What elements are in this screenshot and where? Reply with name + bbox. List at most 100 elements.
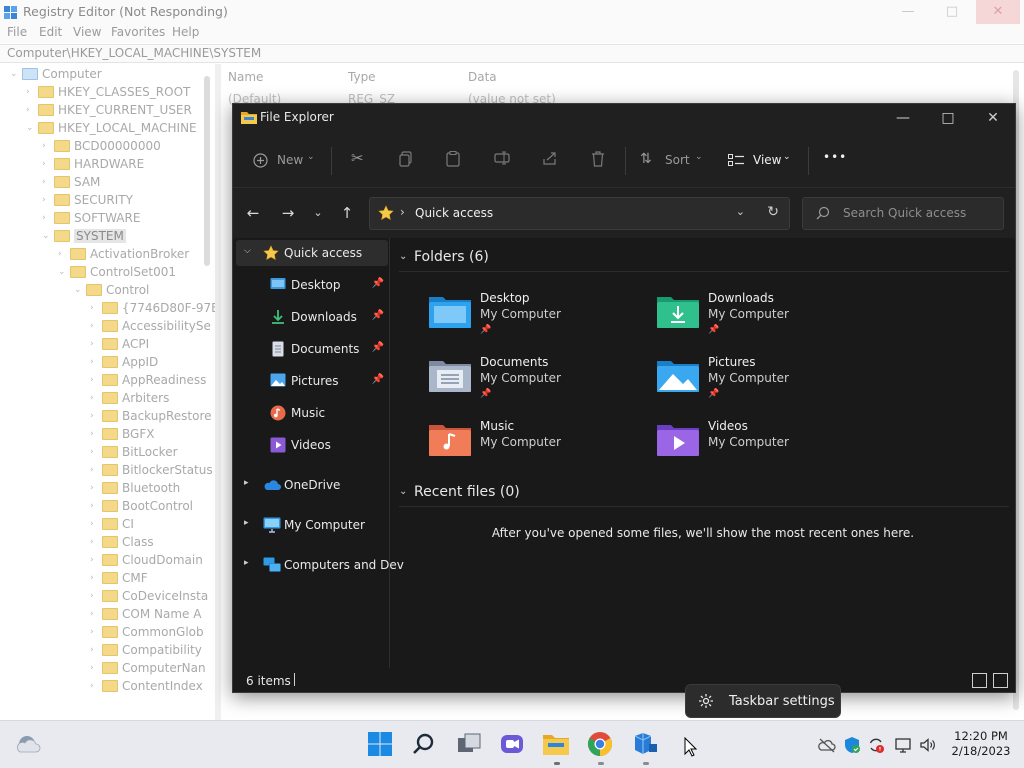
registry-close-icon[interactable]: ✕ bbox=[976, 0, 1020, 24]
chevron-right-icon[interactable]: › bbox=[90, 519, 98, 529]
registry-minimize-icon[interactable]: — bbox=[886, 0, 930, 24]
registry-title-bar[interactable]: Registry Editor (Not Responding) — □ ✕ bbox=[0, 0, 1024, 24]
registry-editor-icon[interactable] bbox=[631, 730, 661, 765]
chevron-down-icon[interactable]: ⌄ bbox=[74, 285, 82, 295]
forward-arrow-icon[interactable]: → bbox=[278, 203, 298, 223]
chevron-right-icon[interactable]: › bbox=[42, 177, 50, 187]
chevron-right-icon[interactable]: › bbox=[90, 303, 98, 313]
recent-locations-icon[interactable]: ⌄ bbox=[308, 203, 328, 223]
chevron-right-icon[interactable]: › bbox=[90, 429, 98, 439]
chevron-right-icon[interactable]: › bbox=[90, 375, 98, 385]
column-data[interactable]: Data bbox=[468, 70, 497, 84]
chevron-right-icon[interactable]: › bbox=[42, 195, 50, 205]
folder-tile-desktop[interactable]: Desktop My Computer 📌 bbox=[429, 290, 649, 350]
large-icons-view-icon[interactable] bbox=[993, 673, 1008, 688]
sidebar-item-videos[interactable]: Videos bbox=[236, 432, 388, 458]
address-bar[interactable]: › Quick access ⌄ ↻ bbox=[369, 197, 790, 230]
chevron-down-icon[interactable]: ⌄ bbox=[26, 123, 34, 133]
chevron-right-icon[interactable]: › bbox=[42, 141, 50, 151]
sidebar-item-quick-access[interactable]: ⌵ Quick access bbox=[236, 240, 388, 266]
details-view-icon[interactable] bbox=[972, 673, 987, 688]
menu-favorites[interactable]: Favorites bbox=[111, 25, 165, 39]
chevron-right-icon[interactable]: › bbox=[90, 411, 98, 421]
chevron-right-icon[interactable]: › bbox=[90, 591, 98, 601]
column-name[interactable]: Name bbox=[228, 70, 263, 84]
delete-icon[interactable] bbox=[591, 151, 605, 171]
folder-tile-pictures[interactable]: Pictures My Computer 📌 bbox=[657, 354, 877, 414]
chevron-right-icon[interactable]: ▸ bbox=[244, 478, 249, 488]
chevron-down-icon[interactable]: ⌄ bbox=[58, 267, 66, 277]
cut-icon[interactable]: ✂ bbox=[351, 149, 364, 169]
sidebar-item-my-computer[interactable]: ▸ My Computer bbox=[236, 512, 388, 538]
chrome-icon[interactable] bbox=[586, 730, 616, 765]
chevron-right-icon[interactable]: › bbox=[90, 483, 98, 493]
address-dropdown-icon[interactable]: ⌄ bbox=[736, 205, 745, 218]
search-box[interactable]: Search Quick access bbox=[802, 197, 1004, 230]
search-icon[interactable] bbox=[410, 730, 440, 760]
share-icon[interactable] bbox=[542, 151, 557, 171]
close-icon[interactable]: ✕ bbox=[970, 104, 1015, 134]
chevron-right-icon[interactable]: › bbox=[90, 555, 98, 565]
chevron-right-icon[interactable]: ▸ bbox=[244, 558, 249, 568]
more-options-icon[interactable]: ••• bbox=[823, 150, 847, 170]
clock[interactable]: 12:20 PM 2/18/2023 bbox=[946, 729, 1016, 759]
chevron-down-icon[interactable]: ⌄ bbox=[42, 231, 50, 241]
chevron-right-icon[interactable]: › bbox=[90, 663, 98, 673]
rename-icon[interactable] bbox=[494, 151, 510, 171]
maximize-icon[interactable]: □ bbox=[925, 104, 971, 134]
chevron-right-icon[interactable]: › bbox=[90, 393, 98, 403]
sync-alert-icon[interactable] bbox=[867, 736, 885, 754]
column-type[interactable]: Type bbox=[348, 70, 376, 84]
volume-icon[interactable] bbox=[919, 736, 937, 754]
chevron-right-icon[interactable]: › bbox=[26, 87, 34, 97]
chevron-right-icon[interactable]: › bbox=[26, 105, 34, 115]
chevron-right-icon[interactable]: › bbox=[90, 645, 98, 655]
explorer-title-bar[interactable]: File Explorer — □ ✕ bbox=[233, 104, 1015, 134]
cloud-offline-icon[interactable] bbox=[818, 736, 836, 754]
sidebar-item-documents[interactable]: Documents 📌 bbox=[236, 336, 388, 362]
chevron-right-icon[interactable]: › bbox=[90, 339, 98, 349]
sidebar-item-network[interactable]: ▸ Computers and Dev bbox=[236, 552, 404, 578]
menu-help[interactable]: Help bbox=[172, 25, 199, 39]
chevron-right-icon[interactable]: › bbox=[90, 447, 98, 457]
chevron-right-icon[interactable]: › bbox=[90, 609, 98, 619]
chat-icon[interactable] bbox=[498, 730, 528, 760]
sidebar-item-downloads[interactable]: Downloads 📌 bbox=[236, 304, 388, 330]
chevron-right-icon[interactable]: › bbox=[90, 537, 98, 547]
menu-view[interactable]: View bbox=[73, 25, 101, 39]
menu-file[interactable]: File bbox=[7, 25, 27, 39]
sidebar-item-pictures[interactable]: Pictures 📌 bbox=[236, 368, 388, 394]
file-explorer-icon[interactable] bbox=[542, 730, 572, 765]
sidebar-item-music[interactable]: Music bbox=[236, 400, 388, 426]
registry-tree-scrollbar[interactable] bbox=[203, 64, 212, 720]
folder-tile-downloads[interactable]: Downloads My Computer 📌 bbox=[657, 290, 877, 350]
task-view-icon[interactable] bbox=[455, 730, 485, 760]
chevron-right-icon[interactable]: › bbox=[90, 321, 98, 331]
chevron-down-icon[interactable]: ⌄ bbox=[399, 486, 407, 497]
menu-edit[interactable]: Edit bbox=[39, 25, 62, 39]
chevron-right-icon[interactable]: › bbox=[90, 465, 98, 475]
folder-tile-music[interactable]: Music My Computer bbox=[429, 418, 649, 478]
chevron-right-icon[interactable]: › bbox=[90, 681, 98, 691]
network-monitor-icon[interactable] bbox=[895, 736, 913, 754]
security-shield-icon[interactable] bbox=[843, 736, 861, 754]
folders-section-header[interactable]: ⌄ Folders (6) bbox=[399, 248, 1009, 272]
minimize-icon[interactable]: — bbox=[880, 104, 926, 134]
chevron-right-icon[interactable]: › bbox=[90, 357, 98, 367]
chevron-right-icon[interactable]: › bbox=[42, 213, 50, 223]
folder-tile-videos[interactable]: Videos My Computer bbox=[657, 418, 877, 478]
chevron-down-icon[interactable]: ⌵ bbox=[244, 246, 251, 256]
registry-address-bar[interactable]: Computer\HKEY_LOCAL_MACHINE\SYSTEM bbox=[0, 44, 1024, 63]
chevron-right-icon[interactable]: › bbox=[90, 627, 98, 637]
chevron-down-icon[interactable]: ⌄ bbox=[10, 69, 18, 79]
copy-icon[interactable] bbox=[399, 151, 413, 171]
registry-maximize-icon[interactable]: □ bbox=[930, 0, 974, 24]
weather-icon[interactable] bbox=[14, 732, 44, 762]
sidebar-item-desktop[interactable]: Desktop 📌 bbox=[236, 272, 388, 298]
up-arrow-icon[interactable]: ↑ bbox=[337, 203, 357, 223]
recent-section-header[interactable]: ⌄ Recent files (0) bbox=[399, 483, 1009, 507]
back-arrow-icon[interactable]: ← bbox=[243, 203, 263, 223]
chevron-right-icon[interactable]: › bbox=[90, 501, 98, 511]
folder-tile-documents[interactable]: Documents My Computer 📌 bbox=[429, 354, 649, 414]
start-icon[interactable] bbox=[366, 730, 396, 760]
